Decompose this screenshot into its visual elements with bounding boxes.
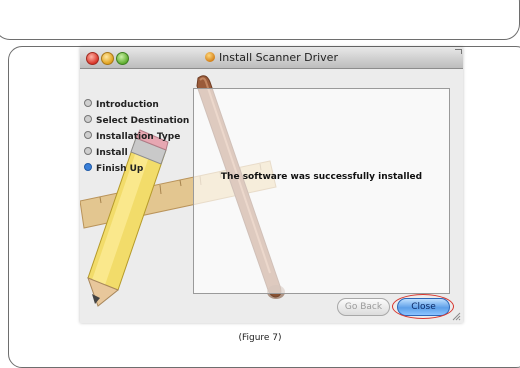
step-label: Install [96, 148, 128, 158]
go-back-button[interactable]: Go Back [337, 298, 390, 316]
step-select-destination: Select Destination [84, 113, 189, 129]
step-installation-type: Installation Type [84, 129, 189, 145]
document-top-panel [0, 0, 520, 40]
window-titlebar[interactable]: Install Scanner Driver [80, 47, 463, 69]
step-introduction: Introduction [84, 97, 189, 113]
step-label: Introduction [96, 100, 159, 110]
installer-steps-sidebar: Introduction Select Destination Installa… [84, 97, 189, 177]
step-label: Select Destination [96, 116, 190, 126]
step-label: Installation Type [96, 132, 181, 142]
window-title-wrap: Install Scanner Driver [80, 51, 463, 64]
installer-window: Install Scanner Driver Introduction Sele… [80, 47, 463, 323]
window-title: Install Scanner Driver [219, 51, 338, 64]
step-bullet-icon [84, 131, 92, 139]
success-message: The software was successfully installed [220, 172, 423, 182]
step-install: Install [84, 145, 189, 161]
step-bullet-icon [84, 115, 92, 123]
resize-grip-icon[interactable] [452, 312, 461, 321]
toolbar-toggle-icon[interactable] [455, 49, 462, 54]
installer-package-icon [205, 52, 216, 62]
step-bullet-icon [84, 147, 92, 155]
figure-caption: (Figure 7) [238, 333, 282, 343]
close-button-highlight-ring [392, 294, 454, 319]
step-bullet-icon [84, 99, 92, 107]
step-label: Finish Up [96, 164, 144, 174]
installer-content-panel: The software was successfully installed [193, 88, 450, 294]
step-bullet-current-icon [84, 163, 92, 171]
step-finish-up: Finish Up [84, 161, 189, 177]
